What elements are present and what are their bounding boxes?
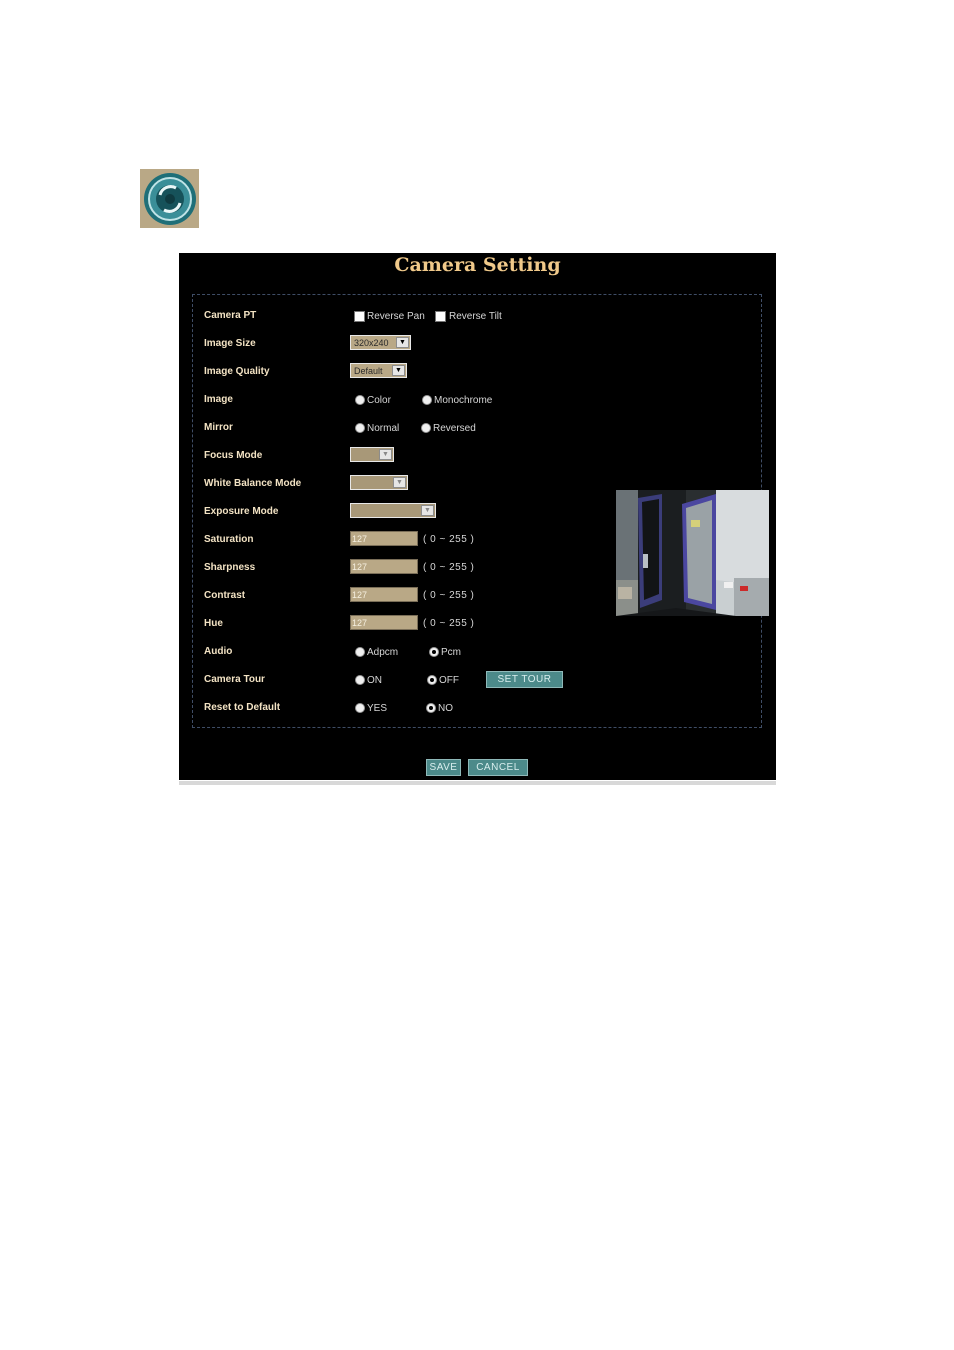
audio-adpcm-radio[interactable] <box>355 647 365 657</box>
chevron-down-icon: ▼ <box>393 477 406 488</box>
row-reset-default: Reset to Default YES NO <box>193 699 761 719</box>
reset-no-label: NO <box>438 703 453 714</box>
panel-bottom-border <box>179 781 776 785</box>
exposure-mode-label: Exposure Mode <box>204 506 279 517</box>
white-balance-select[interactable]: ▼ <box>350 475 408 490</box>
mirror-normal-label: Normal <box>367 423 400 434</box>
saturation-range: ( 0 ~ 255 ) <box>423 534 475 545</box>
image-color-label: Color <box>367 395 391 406</box>
camera-setting-icon <box>140 169 199 228</box>
panel-title: Camera Setting <box>394 254 561 276</box>
image-size-value: 320x240 <box>354 338 389 348</box>
chevron-down-icon: ▼ <box>421 505 434 516</box>
save-button[interactable]: SAVE <box>426 759 461 776</box>
chevron-down-icon: ▼ <box>379 449 392 460</box>
row-focus-mode: Focus Mode ▼ <box>193 447 761 467</box>
image-size-select[interactable]: 320x240 ▼ <box>350 335 411 350</box>
camera-tour-off-label: OFF <box>439 675 459 686</box>
row-camera-tour: Camera Tour ON OFF SET TOUR <box>193 671 761 691</box>
mirror-label: Mirror <box>204 422 233 433</box>
white-balance-label: White Balance Mode <box>204 478 302 489</box>
reverse-pan-checkbox[interactable] <box>354 311 365 322</box>
image-mono-label: Monochrome <box>434 395 493 406</box>
focus-mode-label: Focus Mode <box>204 450 263 461</box>
image-label: Image <box>204 394 233 405</box>
hue-input[interactable]: 127 <box>350 615 418 630</box>
image-size-label: Image Size <box>204 338 256 349</box>
camera-tour-on-label: ON <box>367 675 382 686</box>
contrast-label: Contrast <box>204 590 246 601</box>
saturation-label: Saturation <box>204 534 254 545</box>
hue-value: 127 <box>352 618 368 628</box>
settings-form: Camera PT Reverse Pan Reverse Tilt Image… <box>192 294 769 728</box>
sharpness-label: Sharpness <box>204 562 256 573</box>
row-image: Image Color Monochrome <box>193 391 761 411</box>
audio-pcm-label: Pcm <box>441 647 461 658</box>
image-quality-label: Image Quality <box>204 366 270 377</box>
row-image-size: Image Size 320x240 ▼ <box>193 335 761 355</box>
mirror-reversed-radio[interactable] <box>421 423 431 433</box>
camera-tour-on-radio[interactable] <box>355 675 365 685</box>
cancel-button[interactable]: CANCEL <box>468 759 528 776</box>
contrast-value: 127 <box>352 590 368 600</box>
row-image-quality: Image Quality Default ▼ <box>193 363 761 383</box>
reverse-pan-label: Reverse Pan <box>367 311 425 322</box>
image-mono-radio[interactable] <box>422 395 432 405</box>
row-audio: Audio Adpcm Pcm <box>193 643 761 663</box>
camera-tour-label: Camera Tour <box>204 674 265 685</box>
hue-range: ( 0 ~ 255 ) <box>423 618 475 629</box>
image-color-radio[interactable] <box>355 395 365 405</box>
camera-setting-panel: Camera Setting Camera PT Reverse Pan Rev… <box>179 253 776 780</box>
row-hue: Hue 127 ( 0 ~ 255 ) <box>193 615 761 635</box>
image-quality-select[interactable]: Default ▼ <box>350 363 407 378</box>
image-quality-value: Default <box>354 366 383 376</box>
focus-mode-select[interactable]: ▼ <box>350 447 394 462</box>
saturation-value: 127 <box>352 534 368 544</box>
camera-pt-label: Camera PT <box>204 310 257 321</box>
row-camera-pt: Camera PT Reverse Pan Reverse Tilt <box>193 307 761 327</box>
reset-yes-label: YES <box>367 703 388 714</box>
sharpness-range: ( 0 ~ 255 ) <box>423 562 475 573</box>
chevron-down-icon: ▼ <box>392 365 405 376</box>
audio-adpcm-label: Adpcm <box>367 647 399 658</box>
exposure-mode-select[interactable]: ▼ <box>350 503 436 518</box>
audio-pcm-radio[interactable] <box>429 647 439 657</box>
chevron-down-icon: ▼ <box>396 337 409 348</box>
sharpness-value: 127 <box>352 562 368 572</box>
reset-no-radio[interactable] <box>426 703 436 713</box>
row-mirror: Mirror Normal Reversed <box>193 419 761 439</box>
sharpness-input[interactable]: 127 <box>350 559 418 574</box>
hue-label: Hue <box>204 618 223 629</box>
reverse-tilt-checkbox[interactable] <box>435 311 446 322</box>
mirror-reversed-label: Reversed <box>433 423 476 434</box>
set-tour-button[interactable]: SET TOUR <box>486 671 563 688</box>
contrast-range: ( 0 ~ 255 ) <box>423 590 475 601</box>
audio-label: Audio <box>204 646 233 657</box>
mirror-normal-radio[interactable] <box>355 423 365 433</box>
reset-default-label: Reset to Default <box>204 702 281 713</box>
contrast-input[interactable]: 127 <box>350 587 418 602</box>
reverse-tilt-label: Reverse Tilt <box>449 311 502 322</box>
reset-yes-radio[interactable] <box>355 703 365 713</box>
camera-preview-image <box>616 490 769 616</box>
saturation-input[interactable]: 127 <box>350 531 418 546</box>
camera-tour-off-radio[interactable] <box>427 675 437 685</box>
